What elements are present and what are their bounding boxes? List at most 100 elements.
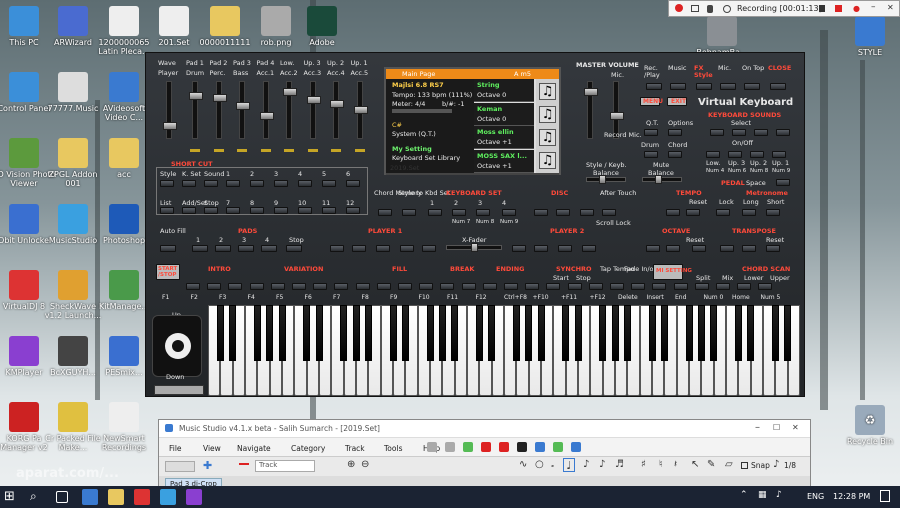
track-row[interactable]: String Octave 0	[474, 79, 534, 102]
grid-icon[interactable]	[535, 442, 545, 452]
top-button[interactable]	[770, 83, 786, 90]
menu-item[interactable]: Navigate	[237, 444, 271, 453]
style-button[interactable]	[270, 283, 285, 290]
layer-button[interactable]	[750, 151, 764, 158]
slider-knob[interactable]	[306, 96, 321, 104]
black-key[interactable]	[352, 305, 360, 361]
style-button[interactable]	[716, 283, 730, 290]
shortcut-button[interactable]	[160, 180, 174, 187]
sound-button-4[interactable]	[776, 129, 790, 136]
chrome-icon[interactable]	[134, 489, 150, 505]
player-button[interactable]	[352, 245, 366, 252]
octave-transpose-button[interactable]	[692, 245, 706, 252]
style-button[interactable]	[758, 283, 773, 290]
black-key[interactable]	[537, 305, 545, 361]
shortcut-button[interactable]	[182, 207, 196, 214]
quarter-note-icon[interactable]: ♪	[583, 459, 589, 470]
shortcut-button[interactable]	[346, 180, 360, 187]
top-button[interactable]	[744, 83, 760, 90]
style-button[interactable]	[567, 283, 582, 290]
channel-slider[interactable]	[236, 81, 250, 139]
channel-slider[interactable]	[189, 81, 203, 139]
snap-checkbox[interactable]	[741, 462, 748, 469]
camera-icon[interactable]	[691, 5, 699, 12]
black-key[interactable]	[216, 305, 224, 361]
channel-slider[interactable]	[283, 81, 297, 139]
style-button[interactable]	[482, 283, 497, 290]
shortcut-button[interactable]	[298, 180, 312, 187]
style-button[interactable]	[588, 283, 603, 290]
octave-transpose-button[interactable]	[666, 245, 680, 252]
plus-icon[interactable]	[553, 442, 563, 452]
wave-slider[interactable]	[163, 81, 177, 139]
black-key[interactable]	[364, 305, 372, 361]
player-button[interactable]	[400, 245, 414, 252]
black-key[interactable]	[475, 305, 483, 361]
start-stop-button[interactable]: START /STOP	[156, 264, 180, 280]
black-key[interactable]	[599, 305, 607, 361]
circle-icon[interactable]: ○	[535, 459, 544, 470]
tempo-button[interactable]	[666, 209, 680, 216]
desktop-icon[interactable]: NewSmart Recordings	[92, 402, 156, 452]
tempo-button[interactable]	[742, 209, 756, 216]
kbset-button[interactable]	[428, 209, 442, 216]
edge-icon[interactable]	[82, 489, 98, 505]
style-balance-slider[interactable]	[586, 175, 626, 184]
channel-slider[interactable]	[330, 81, 344, 139]
black-key[interactable]	[438, 305, 446, 361]
kbset-button[interactable]	[602, 209, 616, 216]
cursor-icon[interactable]: ↖	[691, 459, 699, 470]
menu-button[interactable]: MENU	[640, 97, 663, 106]
black-key[interactable]	[562, 305, 570, 361]
master-volume-slider[interactable]	[584, 81, 598, 139]
music-note-icon[interactable]: ♫	[539, 152, 556, 169]
shortcut-button[interactable]	[250, 207, 264, 214]
copy-icon[interactable]	[427, 442, 437, 452]
sound-button-3[interactable]	[754, 129, 768, 136]
start-icon[interactable]: ⊞	[4, 489, 20, 505]
shortcut-button[interactable]	[274, 180, 288, 187]
black-key[interactable]	[389, 305, 397, 361]
pads-stop-button[interactable]	[286, 245, 302, 252]
player-button[interactable]	[512, 245, 526, 252]
pitch-bar[interactable]	[154, 385, 204, 395]
style-button[interactable]	[610, 283, 624, 290]
pencil-icon[interactable]: ✎	[707, 459, 715, 470]
desktop-icon-behnam[interactable]: BehnamBa...	[690, 16, 754, 57]
black-key[interactable]	[747, 305, 755, 361]
black-key[interactable]	[401, 305, 409, 361]
desktop-icon[interactable]: Adobe	[290, 6, 354, 47]
player-button[interactable]	[330, 245, 344, 252]
channel-slider[interactable]	[306, 81, 321, 139]
style-button[interactable]	[207, 283, 222, 290]
my-setting[interactable]: My Setting	[392, 145, 432, 153]
black-key[interactable]	[266, 305, 274, 361]
player-button[interactable]	[558, 245, 572, 252]
style-button[interactable]	[673, 283, 688, 290]
black-key[interactable]	[611, 305, 619, 361]
sixteenth-note-icon[interactable]: ♬	[615, 459, 624, 470]
player-button[interactable]	[534, 245, 548, 252]
style-button[interactable]	[737, 283, 752, 290]
black-key[interactable]	[784, 305, 792, 361]
style-button[interactable]	[398, 283, 412, 290]
shortcut-button[interactable]	[204, 180, 218, 187]
black-key[interactable]	[315, 305, 323, 361]
menu-item[interactable]: File	[169, 444, 182, 453]
black-key[interactable]	[697, 305, 705, 361]
volume-icon[interactable]: ♪	[776, 490, 782, 500]
pad-button[interactable]	[261, 245, 277, 252]
black-key[interactable]	[278, 305, 286, 361]
eighth-note-icon[interactable]: ♪	[599, 459, 605, 470]
pad-button[interactable]	[238, 245, 254, 252]
slider-knob[interactable]	[212, 94, 227, 102]
black-key[interactable]	[525, 305, 533, 361]
style-button[interactable]	[631, 283, 646, 290]
song-name[interactable]: Majlsi 6.8 RS7	[392, 81, 444, 89]
music-studio-taskbar-icon[interactable]	[160, 489, 176, 505]
tempo-button[interactable]	[716, 209, 730, 216]
shortcut-button[interactable]	[226, 207, 240, 214]
close-icon[interactable]: ✕	[887, 3, 894, 12]
network-icon[interactable]: ▦	[758, 490, 767, 500]
channel-slider[interactable]	[212, 81, 227, 139]
